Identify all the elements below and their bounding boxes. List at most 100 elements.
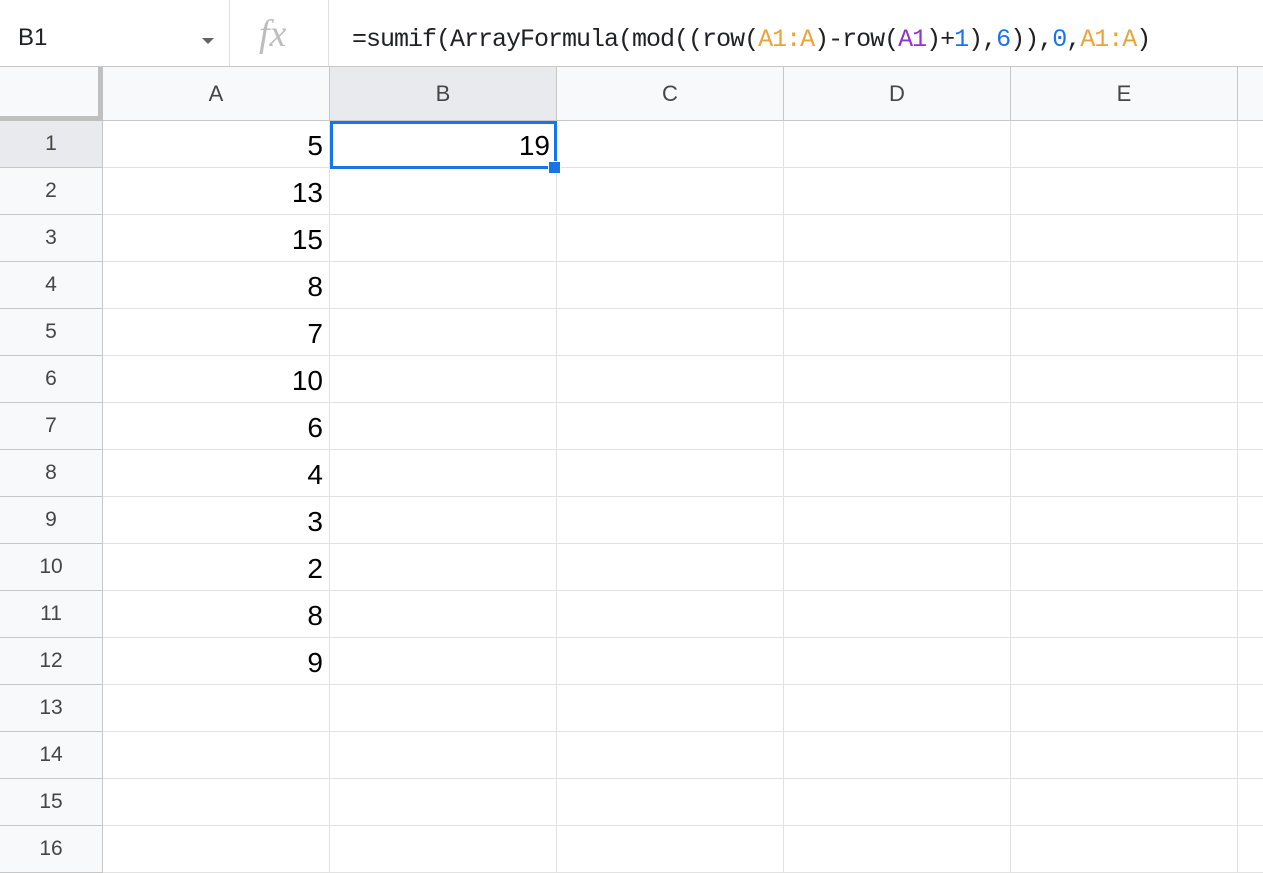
cell-b1[interactable]: 19 xyxy=(330,121,557,168)
cell-a4[interactable]: 8 xyxy=(103,262,330,309)
cell-e12[interactable] xyxy=(1011,638,1238,685)
row-header-4[interactable]: 4 xyxy=(0,262,103,309)
column-header-d[interactable]: D xyxy=(784,67,1011,121)
column-header-f[interactable] xyxy=(1238,67,1263,121)
row-header-15[interactable]: 15 xyxy=(0,779,103,826)
cell-e13[interactable] xyxy=(1011,685,1238,732)
cell-a1[interactable]: 5 xyxy=(103,121,330,168)
select-all-corner[interactable] xyxy=(0,67,103,121)
cell-e9[interactable] xyxy=(1011,497,1238,544)
cell-partial[interactable] xyxy=(1238,168,1263,215)
cell-partial[interactable] xyxy=(1238,450,1263,497)
cell-partial[interactable] xyxy=(1238,497,1263,544)
cell-a12[interactable]: 9 xyxy=(103,638,330,685)
cell-partial[interactable] xyxy=(1238,779,1263,826)
cell-c1[interactable] xyxy=(557,121,784,168)
cell-partial[interactable] xyxy=(1238,544,1263,591)
cell-d2[interactable] xyxy=(784,168,1011,215)
cell-c12[interactable] xyxy=(557,638,784,685)
cell-d3[interactable] xyxy=(784,215,1011,262)
cell-d16[interactable] xyxy=(784,826,1011,873)
cell-e3[interactable] xyxy=(1011,215,1238,262)
cell-c13[interactable] xyxy=(557,685,784,732)
cell-e10[interactable] xyxy=(1011,544,1238,591)
cell-d12[interactable] xyxy=(784,638,1011,685)
spreadsheet-grid[interactable]: A B C D E 1 5 19 2 13 3 15 4 8 5 7 6 10 7 6 8 4 9 3 10 2 11 8 12 9 13 1… xyxy=(0,67,1263,873)
row-header-6[interactable]: 6 xyxy=(0,356,103,403)
column-header-c[interactable]: C xyxy=(557,67,784,121)
cell-a15[interactable] xyxy=(103,779,330,826)
cell-d4[interactable] xyxy=(784,262,1011,309)
cell-b8[interactable] xyxy=(330,450,557,497)
cell-c15[interactable] xyxy=(557,779,784,826)
formula-input[interactable]: =sumif(ArrayFormula(mod((row(A1:A)-row(A… xyxy=(352,22,1151,58)
cell-a10[interactable]: 2 xyxy=(103,544,330,591)
cell-d9[interactable] xyxy=(784,497,1011,544)
fill-handle[interactable] xyxy=(548,161,561,174)
cell-partial[interactable] xyxy=(1238,591,1263,638)
row-header-11[interactable]: 11 xyxy=(0,591,103,638)
column-header-b[interactable]: B xyxy=(330,67,557,121)
cell-e1[interactable] xyxy=(1011,121,1238,168)
cell-e14[interactable] xyxy=(1011,732,1238,779)
cell-c7[interactable] xyxy=(557,403,784,450)
cell-a14[interactable] xyxy=(103,732,330,779)
cell-c6[interactable] xyxy=(557,356,784,403)
row-header-13[interactable]: 13 xyxy=(0,685,103,732)
cell-b15[interactable] xyxy=(330,779,557,826)
cell-a13[interactable] xyxy=(103,685,330,732)
cell-d13[interactable] xyxy=(784,685,1011,732)
row-header-1[interactable]: 1 xyxy=(0,121,103,168)
cell-partial[interactable] xyxy=(1238,403,1263,450)
cell-a6[interactable]: 10 xyxy=(103,356,330,403)
cell-c14[interactable] xyxy=(557,732,784,779)
row-header-3[interactable]: 3 xyxy=(0,215,103,262)
cell-partial[interactable] xyxy=(1238,732,1263,779)
cell-a5[interactable]: 7 xyxy=(103,309,330,356)
cell-b14[interactable] xyxy=(330,732,557,779)
cell-a9[interactable]: 3 xyxy=(103,497,330,544)
cell-d11[interactable] xyxy=(784,591,1011,638)
row-header-2[interactable]: 2 xyxy=(0,168,103,215)
cell-b9[interactable] xyxy=(330,497,557,544)
row-header-16[interactable]: 16 xyxy=(0,826,103,873)
cell-c5[interactable] xyxy=(557,309,784,356)
cell-d14[interactable] xyxy=(784,732,1011,779)
cell-partial[interactable] xyxy=(1238,638,1263,685)
cell-b10[interactable] xyxy=(330,544,557,591)
cell-e8[interactable] xyxy=(1011,450,1238,497)
cell-e11[interactable] xyxy=(1011,591,1238,638)
cell-a2[interactable]: 13 xyxy=(103,168,330,215)
cell-b16[interactable] xyxy=(330,826,557,873)
cell-c4[interactable] xyxy=(557,262,784,309)
cell-e4[interactable] xyxy=(1011,262,1238,309)
cell-a3[interactable]: 15 xyxy=(103,215,330,262)
cell-a7[interactable]: 6 xyxy=(103,403,330,450)
cell-b2[interactable] xyxy=(330,168,557,215)
cell-partial[interactable] xyxy=(1238,215,1263,262)
cell-c10[interactable] xyxy=(557,544,784,591)
row-header-12[interactable]: 12 xyxy=(0,638,103,685)
cell-b6[interactable] xyxy=(330,356,557,403)
cell-d10[interactable] xyxy=(784,544,1011,591)
cell-partial[interactable] xyxy=(1238,262,1263,309)
cell-c9[interactable] xyxy=(557,497,784,544)
cell-b3[interactable] xyxy=(330,215,557,262)
cell-c8[interactable] xyxy=(557,450,784,497)
row-header-10[interactable]: 10 xyxy=(0,544,103,591)
cell-b5[interactable] xyxy=(330,309,557,356)
cell-d15[interactable] xyxy=(784,779,1011,826)
cell-partial[interactable] xyxy=(1238,121,1263,168)
column-header-e[interactable]: E xyxy=(1011,67,1238,121)
cell-a11[interactable]: 8 xyxy=(103,591,330,638)
name-box-value[interactable]: B1 xyxy=(18,24,47,52)
cell-b11[interactable] xyxy=(330,591,557,638)
row-header-9[interactable]: 9 xyxy=(0,497,103,544)
cell-d5[interactable] xyxy=(784,309,1011,356)
cell-partial[interactable] xyxy=(1238,826,1263,873)
column-header-a[interactable]: A xyxy=(103,67,330,121)
cell-e2[interactable] xyxy=(1011,168,1238,215)
cell-c2[interactable] xyxy=(557,168,784,215)
cell-d6[interactable] xyxy=(784,356,1011,403)
cell-d8[interactable] xyxy=(784,450,1011,497)
